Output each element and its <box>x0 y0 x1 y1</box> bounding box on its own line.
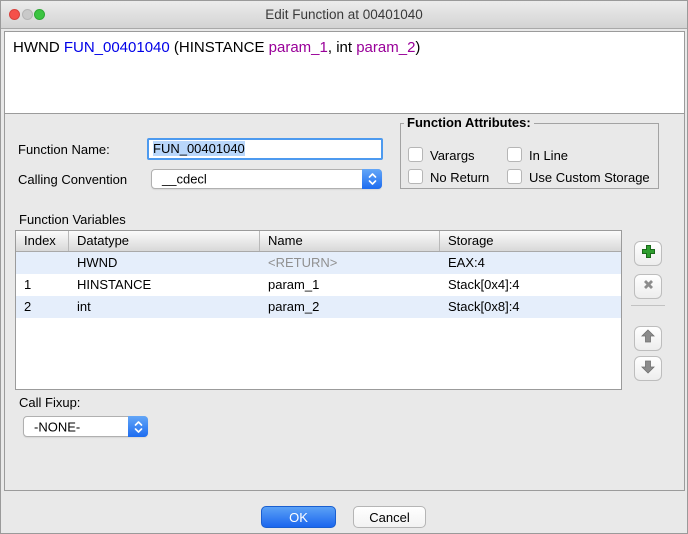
move-variable-down-button[interactable] <box>634 356 662 381</box>
inline-label: In Line <box>529 148 568 163</box>
cell-datatype: HWND <box>69 252 260 274</box>
edit-function-dialog: Edit Function at 00401040 HWND FUN_00401… <box>0 0 688 534</box>
column-header-datatype[interactable]: Datatype <box>69 231 260 251</box>
window-title: Edit Function at 00401040 <box>1 7 687 22</box>
function-name-input[interactable]: FUN_00401040 <box>147 138 383 160</box>
call-fixup-label: Call Fixup: <box>19 395 80 410</box>
function-name-selected-text: FUN_00401040 <box>153 141 245 156</box>
cell-datatype: int <box>69 296 260 318</box>
inline-checkbox[interactable] <box>507 147 522 162</box>
column-header-index[interactable]: Index <box>16 231 69 251</box>
ok-button[interactable]: OK <box>261 506 336 528</box>
arrow-up-icon <box>641 329 655 349</box>
table-row-param-2[interactable]: 2 int param_2 Stack[0x8]:4 <box>16 296 621 318</box>
table-row-return[interactable]: HWND <RETURN> EAX:4 <box>16 252 621 274</box>
table-header-row: Index Datatype Name Storage <box>16 231 621 252</box>
x-icon <box>642 278 655 296</box>
signature-text: (HINSTANCE <box>170 39 269 56</box>
call-fixup-value: -NONE- <box>34 419 80 434</box>
function-attributes-title: Function Attributes: <box>404 115 534 130</box>
cell-datatype: HINSTANCE <box>69 274 260 296</box>
no-return-label: No Return <box>430 170 489 185</box>
function-variables-table: Index Datatype Name Storage HWND <RETURN… <box>15 230 622 390</box>
plus-icon <box>641 244 656 264</box>
calling-convention-value: __cdecl <box>162 172 207 187</box>
cell-storage: Stack[0x8]:4 <box>440 296 621 318</box>
cell-index <box>16 252 69 274</box>
use-custom-storage-checkbox[interactable] <box>507 169 522 184</box>
function-signature-textarea[interactable]: HWND FUN_00401040 (HINSTANCE param_1, in… <box>4 31 685 114</box>
no-return-checkbox[interactable] <box>408 169 423 184</box>
signature-return-type: HWND <box>13 39 64 56</box>
function-name-label: Function Name: <box>18 142 110 157</box>
cancel-button[interactable]: Cancel <box>353 506 426 528</box>
signature-text: ) <box>415 39 420 56</box>
add-variable-button[interactable] <box>634 241 662 266</box>
call-fixup-select[interactable]: -NONE- <box>23 416 148 437</box>
updown-chevrons-icon <box>128 416 148 437</box>
calling-convention-label: Calling Convention <box>18 172 127 187</box>
table-row-param-1[interactable]: 1 HINSTANCE param_1 Stack[0x4]:4 <box>16 274 621 296</box>
varargs-label: Varargs <box>430 148 475 163</box>
calling-convention-select[interactable]: __cdecl <box>151 169 382 189</box>
signature-text: , int <box>328 39 356 56</box>
column-header-storage[interactable]: Storage <box>440 231 621 251</box>
updown-chevrons-icon <box>362 169 382 189</box>
side-buttons-divider <box>631 305 665 306</box>
varargs-checkbox[interactable] <box>408 147 423 162</box>
cell-storage: Stack[0x4]:4 <box>440 274 621 296</box>
signature-function-name: FUN_00401040 <box>64 39 170 56</box>
cell-name: param_1 <box>260 274 440 296</box>
use-custom-storage-label: Use Custom Storage <box>529 170 650 185</box>
function-variables-label: Function Variables <box>19 212 126 227</box>
cell-storage: EAX:4 <box>440 252 621 274</box>
signature-param-2: param_2 <box>356 39 415 56</box>
delete-variable-button[interactable] <box>634 274 662 299</box>
column-header-name[interactable]: Name <box>260 231 440 251</box>
move-variable-up-button[interactable] <box>634 326 662 351</box>
cell-index: 2 <box>16 296 69 318</box>
arrow-down-icon <box>641 359 655 379</box>
signature-param-1: param_1 <box>269 39 328 56</box>
cell-name: <RETURN> <box>260 252 440 274</box>
cell-index: 1 <box>16 274 69 296</box>
cell-name: param_2 <box>260 296 440 318</box>
title-bar: Edit Function at 00401040 <box>1 1 687 29</box>
